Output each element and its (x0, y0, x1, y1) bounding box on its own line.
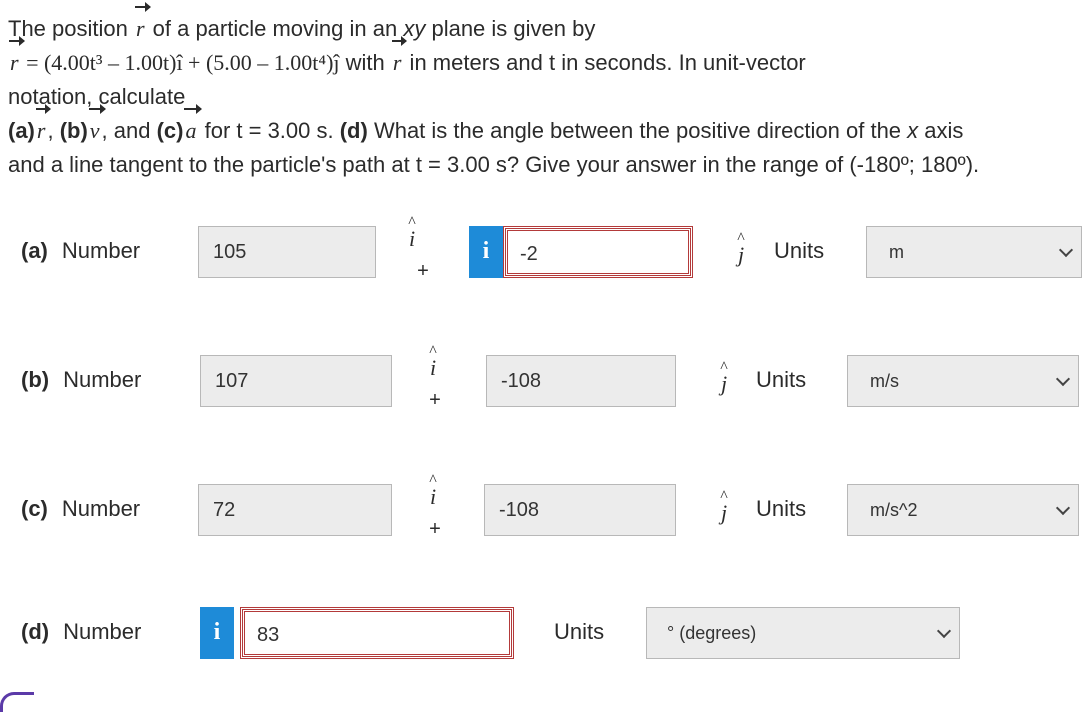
part-b-units-select[interactable]: m/s (847, 355, 1079, 407)
chevron-down-icon (1058, 242, 1074, 258)
plus-sign: + (417, 260, 429, 282)
part-d-input[interactable]: 83 (240, 607, 514, 659)
problem-line-3: notation, calculate (8, 84, 186, 109)
problem-text: plane is given by (425, 16, 596, 41)
plus-sign: + (429, 518, 441, 540)
number-label: Number (61, 496, 141, 521)
chevron-down-icon (936, 623, 952, 639)
problem-line-2: r = (4.00t³ – 1.00t)î + (5.00 – 1.00t⁴)ĵ… (8, 36, 1084, 80)
info-icon[interactable]: i (469, 226, 503, 278)
part-b-j-input[interactable]: -108 (486, 355, 676, 407)
i-hat-symbol: ^ i (402, 215, 422, 251)
chevron-down-icon (1055, 500, 1071, 516)
position-equation: = (4.00t³ – 1.00t)î + (5.00 – 1.00t⁴)ĵ (20, 50, 340, 75)
part-c-tag: (c) (156, 118, 184, 143)
r-vector-symbol: r (8, 36, 25, 80)
units-label: Units (554, 619, 605, 644)
problem-text: axis (918, 118, 964, 143)
problem-text: in meters and (403, 50, 549, 75)
plus-sign: + (429, 389, 441, 411)
units-label: Units (756, 367, 807, 392)
i-hat-symbol: ^ i (423, 473, 443, 509)
units-label: Units (756, 496, 807, 521)
selected-unit: m/s (870, 371, 899, 391)
part-tag: (c) (21, 496, 48, 521)
problem-line-4: (a)r, (b)v, and (c)a for t = 3.00 s. (d)… (8, 104, 1084, 148)
i-hat-symbol: ^ i (423, 344, 443, 380)
part-c-units-select[interactable]: m/s^2 (847, 484, 1079, 536)
selected-unit: m (889, 242, 904, 262)
number-label: Number (63, 619, 142, 644)
part-c-j-input[interactable]: -108 (484, 484, 676, 536)
problem-text: in seconds. In unit-vector (555, 50, 806, 75)
problem-text: What is the angle between the positive d… (367, 118, 908, 143)
a-vector-symbol: a (183, 104, 203, 148)
part-b-tag: (b) (59, 118, 88, 143)
i-hat-letter: i (429, 484, 437, 509)
r-vector-symbol: r (35, 104, 51, 148)
info-icon[interactable]: i (200, 607, 234, 659)
part-tag: (d) (21, 619, 50, 644)
part-a-label: (a) Number (21, 238, 140, 264)
j-hat-symbol: ^ j (731, 230, 751, 268)
hat: ^ (720, 488, 728, 505)
hat: ^ (720, 359, 728, 376)
problem-text: The position (8, 16, 134, 41)
part-b-label: (b) Number (21, 367, 141, 393)
r-vector-symbol: r (134, 2, 150, 46)
problem-x: x (907, 118, 919, 143)
part-a-i-input[interactable]: 105 (198, 226, 376, 278)
problem-text: of a particle moving in an (146, 16, 404, 41)
hat: ^ (737, 230, 745, 247)
part-tag: (b) (21, 367, 50, 392)
number-label: Number (63, 367, 142, 392)
j-hat-symbol: ^ j (714, 359, 734, 397)
part-b-row: (b) Number 107 ^ i + -108 ^ j Units m/s (0, 344, 1090, 415)
part-d-row: (d) Number i 83 Units ° (degrees) (0, 607, 1090, 667)
r-vector-symbol: r (391, 36, 407, 80)
cropped-cursor-mark (0, 692, 34, 712)
problem-text: with (339, 50, 391, 75)
part-a-tag: (a) (8, 118, 35, 143)
i-hat-letter: i (408, 226, 416, 251)
part-a-row: (a) Number 105 ^ i + i -2 ^ j Units m (0, 215, 1090, 286)
problem-line-1: The position r of a particle moving in a… (8, 2, 1084, 46)
selected-unit: m/s^2 (870, 500, 918, 520)
part-b-i-input[interactable]: 107 (200, 355, 392, 407)
part-tag: (a) (21, 238, 48, 263)
part-a-j-input[interactable]: -2 (503, 226, 693, 278)
part-d-label: (d) Number (21, 619, 141, 645)
part-c-row: (c) Number 72 ^ i + -108 ^ j Units m/s^2 (0, 473, 1090, 544)
selected-unit: ° (degrees) (667, 623, 757, 643)
v-vector-symbol: v (88, 104, 106, 148)
problem-text: for t = 3.00 s. (198, 118, 340, 143)
units-label: Units (774, 238, 825, 263)
part-d-units-select[interactable]: ° (degrees) (646, 607, 960, 659)
part-c-label: (c) Number (21, 496, 140, 522)
number-label: Number (61, 238, 141, 263)
part-d-tag: (d) (339, 118, 368, 143)
problem-line-5: and a line tangent to the particle's pat… (8, 152, 980, 177)
problem-text: , and (101, 118, 157, 143)
i-hat-letter: i (429, 355, 437, 380)
part-c-i-input[interactable]: 72 (198, 484, 392, 536)
j-hat-symbol: ^ j (714, 488, 734, 526)
problem-statement: The position r of a particle moving in a… (8, 2, 1084, 182)
chevron-down-icon (1055, 371, 1071, 387)
part-a-units-select[interactable]: m (866, 226, 1082, 278)
